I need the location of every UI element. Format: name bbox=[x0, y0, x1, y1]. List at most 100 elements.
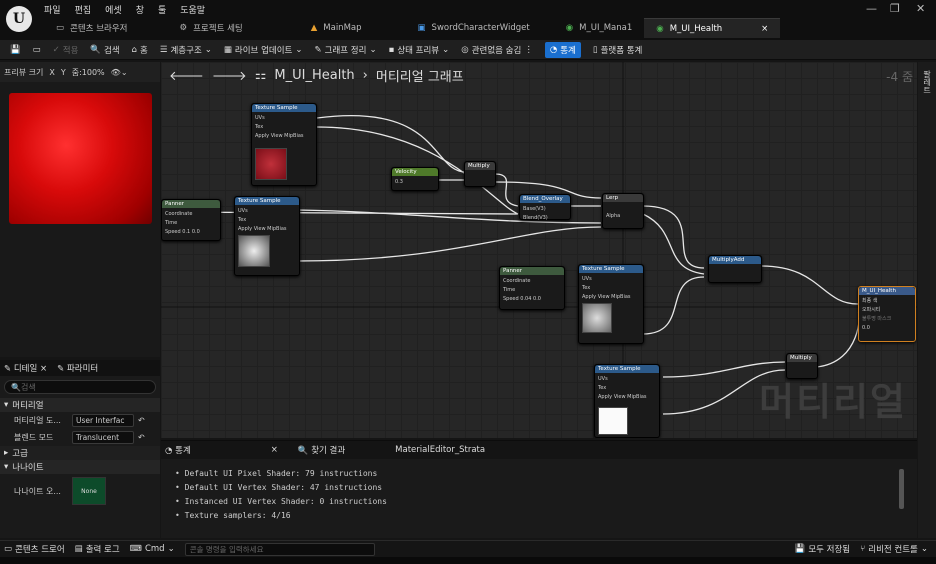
widget-icon: ▣ bbox=[417, 23, 426, 33]
material-preview[interactable] bbox=[9, 93, 152, 224]
texture-sample-node[interactable]: Texture Sample UVs Tex Apply View MipBias bbox=[234, 196, 300, 276]
menu-asset[interactable]: 에셋 bbox=[105, 3, 122, 16]
tab-project-settings[interactable]: ⚙ 프로젝트 세팅 bbox=[139, 18, 254, 38]
home-button[interactable]: ⌂ 홈 bbox=[132, 44, 148, 56]
reset-icon[interactable]: ↶ bbox=[138, 416, 145, 425]
material-icon: ◉ bbox=[656, 23, 664, 34]
browse-icon[interactable]: ▭ bbox=[33, 45, 41, 55]
output-log-button[interactable]: ▤ 출력 로그 bbox=[75, 543, 120, 555]
pencil-icon: ✎ bbox=[57, 364, 67, 374]
live-update-icon: ▦ bbox=[223, 44, 232, 55]
hide-unrelated-button[interactable]: ◎ 관련없음 숨김 ⋮ bbox=[461, 44, 533, 56]
home-icon: ⌂ bbox=[131, 44, 138, 55]
cmd-selector[interactable]: ⌨ Cmd ⌄ bbox=[130, 544, 175, 554]
folder-icon: ▭ bbox=[4, 544, 13, 554]
search-icon: 🔍 bbox=[11, 382, 21, 392]
material-result-node[interactable]: M_UI_Health 최종 색 오파시티 불투명 마스크 0.0 bbox=[858, 286, 916, 342]
eye-icon[interactable]: 👁⌄ bbox=[111, 68, 128, 77]
tab-find-results[interactable]: 🔍 찾기 결과 bbox=[298, 444, 345, 456]
close-icon[interactable]: × bbox=[761, 24, 768, 34]
multiplyadd-node[interactable]: MultiplyAdd bbox=[708, 255, 762, 283]
state-preview-button[interactable]: ▪ 상태 프리뷰 ⌄ bbox=[389, 44, 450, 56]
details-search-input[interactable]: 🔍 검색 bbox=[4, 380, 156, 394]
editor-tabs: ▭ 콘텐츠 브라우저 ⚙ 프로젝트 세팅 ▲ MainMap ▣ SwordCharac… bbox=[44, 18, 781, 38]
live-update-button[interactable]: ▦ 라이브 업데이트 ⌄ bbox=[224, 44, 303, 56]
check-icon: ✓ bbox=[52, 44, 60, 55]
stats-line: Instanced UI Vertex Shader: 0 instructio… bbox=[175, 495, 387, 509]
texture-sample-node[interactable]: Texture Sample UVs Tex Apply View MipBias bbox=[251, 103, 317, 186]
palette-strip[interactable]: 팔레트 bbox=[918, 62, 936, 538]
gear-icon: ⚙ bbox=[179, 23, 188, 33]
multiply-node[interactable]: Multiply bbox=[786, 353, 818, 379]
chevron-down-icon: ⌄ bbox=[920, 544, 928, 554]
blend-overlay-node[interactable]: Blend_Overlay Base(V3) Blend(V3) bbox=[519, 194, 571, 221]
panner-node[interactable]: Panner Coordinate Time Speed 0.1 0.0 bbox=[161, 199, 221, 241]
apply-button[interactable]: ✓ 적용 bbox=[53, 44, 79, 56]
texture-sample-node[interactable]: Texture Sample UVs Tex Apply View MipBias bbox=[578, 264, 644, 344]
palette-tab[interactable]: 팔레트 bbox=[922, 70, 933, 94]
section-advanced[interactable]: ▸ 고급 bbox=[0, 446, 160, 460]
save-all-button[interactable]: 💾 모두 저장됨 bbox=[795, 543, 850, 555]
close-window-icon[interactable]: ✕ bbox=[916, 2, 925, 15]
preview-zoom[interactable]: 줌:100% bbox=[72, 67, 105, 78]
hierarchy-button[interactable]: ☰ 계층구조 ⌄ bbox=[160, 44, 212, 56]
tab-m-ui-health[interactable]: ◉ M_UI_Health × bbox=[644, 18, 781, 38]
tab-m-ui-mana1[interactable]: ◉ M_UI_Mana1 bbox=[542, 18, 645, 38]
broom-icon: ✎ bbox=[314, 44, 322, 55]
stats-button[interactable]: ◔ 통계 bbox=[544, 41, 581, 58]
preview-size-label[interactable]: 프리뷰 크기 bbox=[4, 67, 43, 78]
folder-icon: ▭ bbox=[56, 23, 65, 33]
texture-sample-node[interactable]: Texture Sample UVs Tex Apply View MipBias bbox=[594, 364, 660, 438]
console-icon: ⌨ bbox=[129, 544, 142, 554]
section-material[interactable]: ▾ 머티리얼 bbox=[0, 398, 160, 412]
state-icon: ▪ bbox=[388, 44, 395, 55]
menu-window[interactable]: 창 bbox=[136, 3, 144, 16]
close-icon[interactable]: × bbox=[271, 445, 278, 455]
tab-stats[interactable]: ◔ 통계 bbox=[165, 444, 191, 456]
search-button[interactable]: 🔍 검색 bbox=[90, 44, 119, 56]
stats-icon: ◔ bbox=[165, 446, 176, 456]
material-graph[interactable]: 🡐 🡒 ⚏ M_UI_Health › 머티리얼 그래프 -4 줌 머티리얼 T… bbox=[161, 62, 917, 438]
multiply-node[interactable]: Multiply bbox=[464, 161, 496, 187]
nanite-override-thumbnail[interactable]: None bbox=[72, 477, 106, 505]
preview-toolbar: 프리뷰 크기 X Y 줌:100% 👁⌄ bbox=[0, 62, 160, 82]
clean-graph-button[interactable]: ✎ 그래프 정리 ⌄ bbox=[315, 44, 377, 56]
console-input[interactable]: 콘솔 명령을 입력하세요 bbox=[184, 542, 375, 556]
menu-edit[interactable]: 편집 bbox=[75, 3, 92, 16]
chevron-down-icon: ⌄ bbox=[204, 44, 212, 55]
reset-icon[interactable]: ↶ bbox=[138, 433, 145, 442]
tab-content-browser[interactable]: ▭ 콘텐츠 브라우저 bbox=[44, 18, 139, 38]
preview-y-label[interactable]: Y bbox=[61, 68, 66, 77]
minimize-icon[interactable]: — bbox=[866, 2, 877, 15]
content-drawer-button[interactable]: ▭ 콘텐츠 드로어 bbox=[4, 543, 65, 555]
material-icon: ◉ bbox=[565, 23, 574, 33]
preview-x-label[interactable]: X bbox=[49, 68, 54, 77]
tab-sword-widget[interactable]: ▣ SwordCharacterWidget bbox=[374, 18, 542, 38]
stats-title: MaterialEditor_Strata bbox=[395, 445, 486, 455]
revision-control-button[interactable]: ⑂ 리비전 컨트롤 ⌄ bbox=[860, 543, 928, 555]
platform-stats-button[interactable]: ▯ 플랫폼 통계 bbox=[593, 44, 643, 56]
tab-parameters[interactable]: ✎ 파라미터 bbox=[57, 362, 98, 374]
tab-mainmap[interactable]: ▲ MainMap bbox=[255, 18, 374, 38]
menu-tools[interactable]: 툴 bbox=[158, 3, 166, 16]
menu-file[interactable]: 파일 bbox=[44, 3, 61, 16]
panner-node[interactable]: Panner Coordinate Time Speed 0.04 0.0 bbox=[499, 266, 565, 310]
unreal-logo-icon[interactable]: U bbox=[6, 6, 32, 32]
search-icon: 🔍 bbox=[90, 44, 101, 55]
velocity-node[interactable]: Velocity 0.3 bbox=[391, 167, 439, 191]
material-domain-dropdown[interactable]: User Interfac bbox=[72, 414, 134, 427]
lerp-node[interactable]: Lerp Alpha bbox=[602, 193, 644, 229]
menu-bar: 파일 편집 에셋 창 툴 도움말 bbox=[44, 2, 205, 16]
texture-thumbnail bbox=[582, 303, 612, 333]
menu-help[interactable]: 도움말 bbox=[180, 3, 205, 16]
maximize-icon[interactable]: ❐ bbox=[890, 2, 900, 15]
tab-details[interactable]: ✎ 디테일 × bbox=[4, 362, 47, 374]
search-icon: 🔍 bbox=[297, 446, 312, 456]
blend-mode-dropdown[interactable]: Translucent bbox=[72, 431, 134, 444]
section-nanite[interactable]: ▾ 나나이트 bbox=[0, 460, 160, 474]
details-tabs: ✎ 디테일 × ✎ 파라미터 bbox=[0, 360, 160, 376]
stats-scrollbar[interactable] bbox=[899, 469, 904, 509]
stats-line: Default UI Pixel Shader: 79 instructions bbox=[175, 467, 387, 481]
save-icon[interactable]: 💾 bbox=[10, 45, 21, 55]
details-panel: ✎ 디테일 × ✎ 파라미터 🔍 검색 ▾ 머티리얼 머티리얼 도... User… bbox=[0, 360, 160, 538]
